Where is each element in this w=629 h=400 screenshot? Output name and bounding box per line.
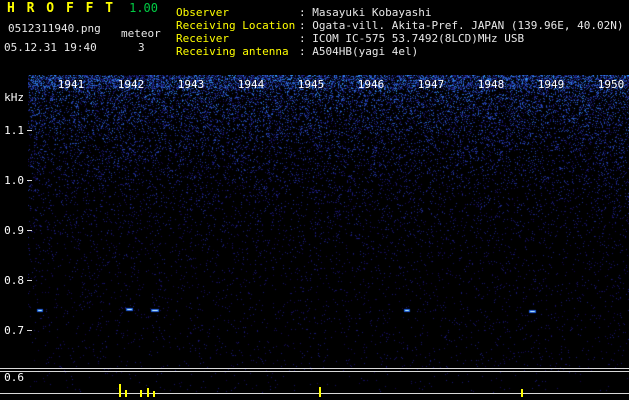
info-value: A504HB(yagi 4el) [312, 45, 419, 58]
meter-tick [147, 388, 149, 397]
hrofft-screen: H R O F F T 1.00 0512311940.png meteor 0… [0, 0, 629, 400]
info-value: ICOM IC-575 53.7492(8LCD)MHz USB [312, 32, 525, 45]
frequency-tick-mark [27, 330, 32, 331]
frequency-tick-label: 0.9 [4, 224, 24, 237]
meter-tick [125, 390, 127, 397]
datetime-label: 05.12.31 19:40 [4, 41, 97, 54]
meter-tick [140, 390, 142, 397]
frequency-tick-label: 0.6 [4, 371, 24, 384]
info-colon: : [299, 32, 313, 45]
time-label: 1949 [537, 78, 565, 91]
frequency-tick-label: 0.7 [4, 324, 24, 337]
info-colon: : [299, 45, 313, 58]
info-value: Ogata-vill. Akita-Pref. JAPAN (139.96E, … [312, 19, 624, 32]
time-label: 1945 [297, 78, 325, 91]
time-label: 1941 [57, 78, 85, 91]
info-row: Receiving antenna: A504HB(yagi 4el) [176, 45, 624, 58]
time-label: 1950 [597, 78, 625, 91]
separator-line [0, 393, 629, 394]
mode-label: meteor [121, 27, 161, 40]
app-version-label: 1.00 [129, 1, 158, 15]
frequency-tick-label: 1.1 [4, 124, 24, 137]
info-row: Observer: Masayuki Kobayashi [176, 6, 624, 19]
frequency-tick-mark [27, 230, 32, 231]
output-filename: 0512311940.png [8, 22, 101, 35]
meter-tick [319, 387, 321, 397]
info-colon: : [299, 19, 313, 32]
info-label: Receiver [176, 32, 229, 45]
info-value: Masayuki Kobayashi [312, 6, 432, 19]
time-axis: 1941 1942 1943 1944 1945 1946 1947 1948 1949 1950 [0, 75, 629, 91]
info-colon: : [299, 6, 313, 19]
app-title: H R O F F T [7, 1, 116, 16]
time-label: 1942 [117, 78, 145, 91]
separator-line [0, 371, 629, 372]
frequency-tick-label: 1.0 [4, 174, 24, 187]
time-label: 1946 [357, 78, 385, 91]
observer-info-block: Observer: Masayuki Kobayashi Receiving Lo… [176, 6, 624, 58]
frequency-tick-mark [27, 180, 32, 181]
frequency-tick-label: 0.8 [4, 274, 24, 287]
time-label: 1947 [417, 78, 445, 91]
info-label: Observer [176, 6, 229, 19]
separator-line [0, 368, 629, 369]
info-row: Receiver: ICOM IC-575 53.7492(8LCD)MHz U… [176, 32, 624, 45]
title-row: H R O F F T 1.00 [7, 1, 158, 16]
frequency-tick-mark [27, 130, 32, 131]
time-label: 1944 [237, 78, 265, 91]
info-label: Receiving antenna [176, 45, 289, 58]
time-label: 1948 [477, 78, 505, 91]
frequency-unit-label: kHz [4, 91, 24, 104]
meter-tick [521, 389, 523, 397]
time-label: 1943 [177, 78, 205, 91]
spectrogram-canvas [28, 75, 629, 393]
info-label: Receiving Location [176, 19, 296, 32]
info-row: Receiving Location: Ogata-vill. Akita-Pr… [176, 19, 624, 32]
meter-tick [119, 384, 121, 397]
echo-count: 3 [138, 41, 145, 54]
meter-tick [153, 391, 155, 397]
frequency-tick-mark [27, 280, 32, 281]
